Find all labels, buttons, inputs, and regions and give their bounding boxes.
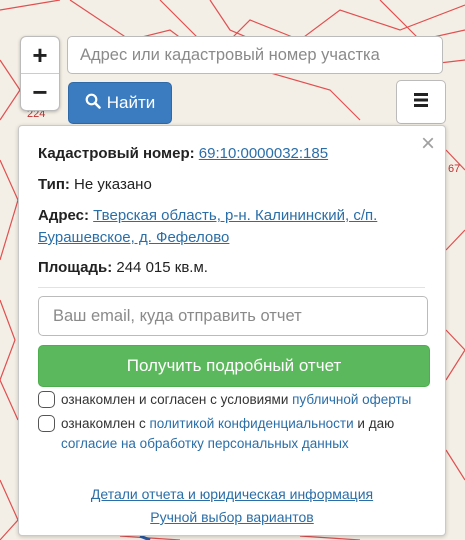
address-row: Адрес: Тверская область, р-н. Калинински… xyxy=(38,205,425,249)
zoom-out-button[interactable]: − xyxy=(21,73,59,110)
offer-consent-label: ознакомлен и согласен с условиями xyxy=(61,392,289,407)
privacy-consent-mid: и даю xyxy=(357,416,395,431)
personal-data-consent-link[interactable]: согласие на обработку персональных данны… xyxy=(61,436,349,451)
address-label: Адрес: xyxy=(38,207,89,224)
divider xyxy=(38,287,425,288)
cadastral-number-link[interactable]: 69:10:0000032:185 xyxy=(199,145,328,162)
type-value: Не указано xyxy=(74,176,152,193)
zoom-control: + − xyxy=(20,36,60,111)
address-link-line1[interactable]: Тверская область, р-н. Калининский, с/п. xyxy=(93,207,377,224)
manual-selection-link[interactable]: Ручной выбор вариантов xyxy=(19,509,445,525)
email-field[interactable] xyxy=(38,296,428,336)
area-value: 244 015 кв.м. xyxy=(116,259,208,276)
privacy-consent-checkbox[interactable] xyxy=(38,415,55,432)
report-details-link[interactable]: Детали отчета и юридическая информация xyxy=(19,486,445,502)
parcel-info-panel: × Кадастровый номер: 69:10:0000032:185 Т… xyxy=(18,125,446,536)
public-offer-link[interactable]: публичной оферты xyxy=(292,392,411,407)
area-row: Площадь: 244 015 кв.м. xyxy=(38,257,425,279)
type-label: Тип: xyxy=(38,176,70,193)
find-button[interactable]: Найти xyxy=(68,82,172,124)
zoom-in-button[interactable]: + xyxy=(21,37,59,73)
hamburger-icon xyxy=(412,92,430,113)
offer-consent-row: ознакомлен и согласен с условиями публич… xyxy=(38,390,431,410)
cadastral-row: Кадастровый номер: 69:10:0000032:185 xyxy=(38,143,425,165)
type-row: Тип: Не указано xyxy=(38,174,425,196)
privacy-consent-label: ознакомлен с xyxy=(61,416,146,431)
offer-consent-checkbox[interactable] xyxy=(38,391,55,408)
privacy-policy-link[interactable]: политикой конфиденциальности xyxy=(149,416,353,431)
privacy-consent-text: ознакомлен с политикой конфиденциальност… xyxy=(61,414,431,454)
find-button-label: Найти xyxy=(106,93,156,112)
search-icon xyxy=(85,93,101,114)
get-report-button[interactable]: Получить подробный отчет xyxy=(38,345,430,387)
menu-button[interactable] xyxy=(396,80,446,124)
address-link-line2[interactable]: Бурашевское, д. Фефелово xyxy=(38,229,229,246)
search-input[interactable] xyxy=(67,36,443,74)
area-label: Площадь: xyxy=(38,259,113,276)
offer-consent-text: ознакомлен и согласен с условиями публич… xyxy=(61,390,411,410)
cadastral-label: Кадастровый номер: xyxy=(38,145,195,162)
privacy-consent-row: ознакомлен с политикой конфиденциальност… xyxy=(38,414,431,454)
map-label-parcel-right: 67 xyxy=(448,163,461,175)
